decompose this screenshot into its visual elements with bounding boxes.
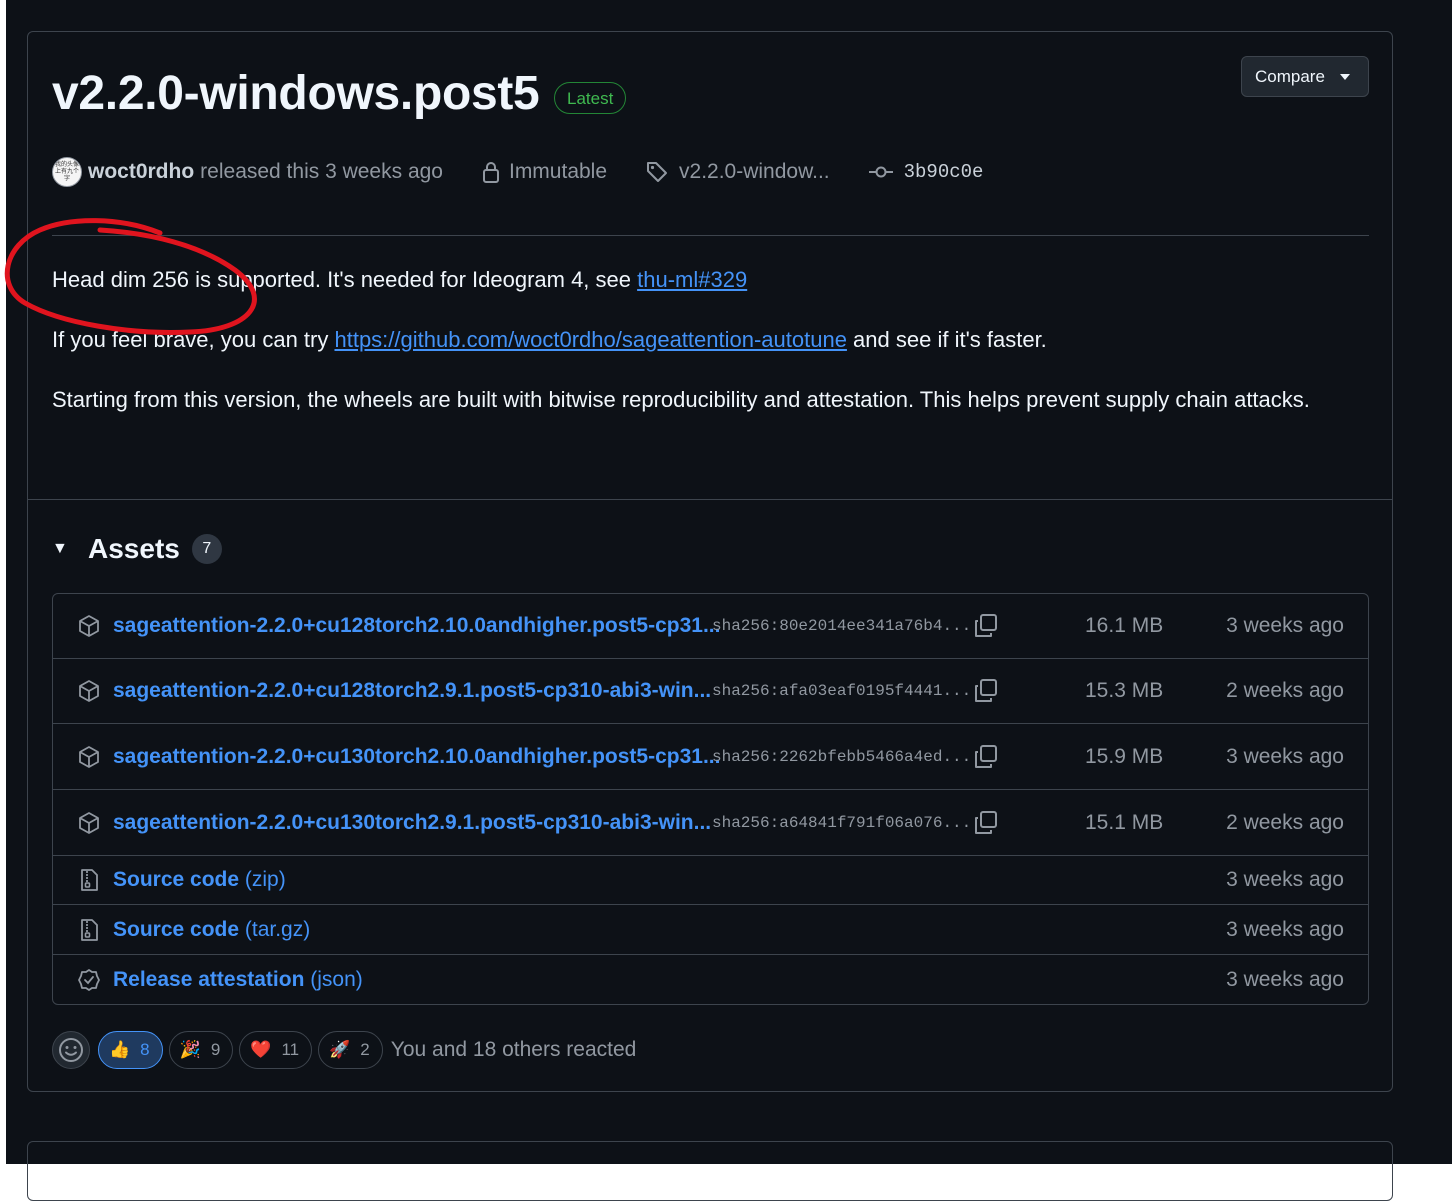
rocket-icon: 🚀 [329, 1040, 351, 1059]
copy-icon[interactable] [973, 744, 999, 770]
file-zip-icon [81, 918, 98, 941]
reactions-bar: 👍 8 🎉 9 ❤️ 11 🚀 2 You and 18 others reacted [52, 1031, 636, 1069]
asset-extension: (json) [304, 968, 363, 991]
tag-icon [647, 162, 668, 182]
immutable-indicator: Immutable [481, 160, 607, 184]
asset-row: Source code (tar.gz) 3 weeks ago [53, 905, 1368, 955]
package-icon [79, 615, 99, 637]
lock-icon [482, 162, 499, 183]
hooray-icon: 🎉 [179, 1040, 201, 1059]
tag-label: v2.2.0-window... [679, 160, 830, 183]
package-icon [79, 811, 99, 834]
assets-divider [28, 499, 1392, 500]
notes-p1-text: Head dim 256 is supported. It's needed f… [52, 267, 638, 292]
smiley-icon [59, 1038, 83, 1062]
reactions-summary: You and 18 others reacted [390, 1038, 637, 1061]
asset-date: 2 weeks ago [1226, 679, 1344, 702]
header-divider [52, 235, 1369, 236]
latest-badge: Latest [554, 82, 627, 114]
released-text: released this 3 weeks ago [200, 160, 443, 183]
author-link[interactable]: woct0rdho [88, 160, 194, 184]
asset-download-link[interactable]: sageattention-2.2.0+cu130torch2.9.1.post… [113, 811, 711, 835]
assets-count: 7 [191, 534, 222, 564]
asset-extension: (zip) [239, 868, 286, 891]
tag-link[interactable]: v2.2.0-window... [645, 160, 830, 184]
file-zip-icon [81, 869, 98, 891]
asset-size: 16.1 MB [1085, 614, 1164, 637]
commit-icon [868, 166, 893, 178]
avatar[interactable]: 我的头像上有九个字 [52, 157, 82, 187]
reaction-count: 11 [281, 1040, 300, 1059]
asset-download-link[interactable]: sageattention-2.2.0+cu130torch2.10.0andh… [113, 745, 720, 769]
copy-icon[interactable] [973, 678, 999, 704]
asset-date: 3 weeks ago [1226, 868, 1344, 891]
asset-sha256: sha256:a64841f791f06a076... [712, 813, 972, 832]
reaction-count: 8 [140, 1040, 150, 1059]
asset-size: 15.1 MB [1085, 810, 1164, 834]
asset-date: 3 weeks ago [1226, 968, 1344, 991]
asset-row: sageattention-2.2.0+cu130torch2.10.0andh… [53, 724, 1368, 790]
notes-paragraph-1: Head dim 256 is supported. It's needed f… [52, 262, 1352, 298]
asset-date: 3 weeks ago [1226, 614, 1344, 637]
asset-date: 3 weeks ago [1226, 917, 1344, 941]
reaction-count: 9 [210, 1040, 221, 1059]
assets-summary[interactable]: ▼ Assets 7 [52, 531, 222, 567]
package-icon [79, 680, 99, 702]
asset-row: Source code (zip) 3 weeks ago [53, 856, 1368, 905]
reaction-count: 2 [360, 1040, 370, 1059]
copy-icon[interactable] [973, 810, 999, 836]
asset-download-link[interactable]: Source code (tar.gz) [113, 918, 310, 942]
assets-title: Assets [88, 533, 180, 564]
notes-paragraph-3: Starting from this version, the wheels a… [52, 387, 1310, 412]
asset-download-link[interactable]: Source code (zip) [113, 868, 286, 892]
asset-date: 2 weeks ago [1226, 810, 1344, 834]
copy-icon[interactable] [973, 613, 999, 639]
reaction-thumbs-up-button[interactable]: 👍 8 [98, 1031, 163, 1069]
asset-download-link[interactable]: Release attestation (json) [113, 968, 363, 992]
reaction-hooray-button[interactable]: 🎉 9 [168, 1031, 234, 1069]
package-icon [79, 745, 99, 768]
notes-paragraph-2: If you feel brave, you can try https://g… [52, 322, 1352, 358]
asset-sha256: sha256:afa03eaf0195f4441... [712, 682, 972, 700]
asset-row: Release attestation (json) 3 weeks ago [53, 955, 1368, 1004]
triangle-down-icon: ▼ [52, 540, 68, 557]
compare-label: Compare [1255, 66, 1325, 86]
compare-button[interactable]: Compare [1241, 56, 1369, 97]
thumbs-up-icon: 👍 [109, 1040, 131, 1059]
asset-date: 3 weeks ago [1226, 744, 1344, 768]
immutable-label: Immutable [508, 160, 608, 183]
asset-row: sageattention-2.2.0+cu128torch2.9.1.post… [53, 659, 1368, 724]
reaction-rocket-button[interactable]: 🚀 2 [318, 1031, 383, 1069]
notes-p2-prefix: If you feel brave, you can try [52, 327, 335, 352]
asset-row: sageattention-2.2.0+cu128torch2.10.0andh… [53, 594, 1368, 659]
notes-p2-suffix: and see if it's faster. [846, 327, 1047, 352]
asset-sha256: sha256:2262bfebb5466a4ed... [712, 747, 972, 766]
release-title[interactable]: v2.2.0-windows.post5 [52, 64, 540, 124]
autotune-repo-link[interactable]: https://github.com/woct0rdho/sageattenti… [334, 327, 846, 352]
asset-size: 15.3 MB [1085, 679, 1164, 702]
release-meta: 我的头像上有九个字 woct0rdho released this 3 week… [52, 155, 983, 189]
heart-icon: ❤️ [250, 1040, 272, 1059]
reaction-heart-button[interactable]: ❤️ 11 [239, 1031, 313, 1069]
add-reaction-button[interactable] [52, 1031, 90, 1069]
commit-link[interactable]: 3b90c0e [868, 160, 984, 184]
asset-extension: (tar.gz) [239, 917, 311, 941]
assets-list: sageattention-2.2.0+cu128torch2.10.0andh… [52, 593, 1369, 1005]
commit-sha: 3b90c0e [903, 161, 984, 183]
asset-sha256: sha256:80e2014ee341a76b4... [712, 617, 972, 635]
asset-size: 15.9 MB [1085, 744, 1164, 768]
caret-down-icon [1340, 74, 1350, 80]
next-release-card [27, 1141, 1393, 1201]
asset-download-link[interactable]: sageattention-2.2.0+cu128torch2.9.1.post… [113, 679, 711, 703]
issue-link[interactable]: thu-ml#329 [637, 267, 747, 292]
verified-icon [78, 969, 100, 991]
asset-row: sageattention-2.2.0+cu130torch2.9.1.post… [53, 790, 1368, 856]
asset-download-link[interactable]: sageattention-2.2.0+cu128torch2.10.0andh… [113, 614, 720, 638]
